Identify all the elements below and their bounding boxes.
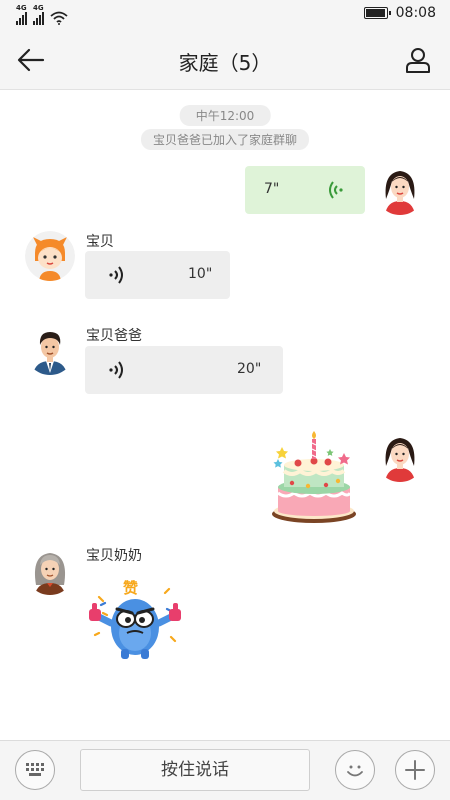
thumbs-up-monster-sticker[interactable]: 赞	[85, 575, 185, 665]
status-bar: 4G 4G 08:08	[0, 0, 450, 30]
emoji-button[interactable]	[335, 750, 375, 790]
signal-2-label: 4G	[33, 4, 44, 12]
battery-level	[365, 9, 385, 17]
voice-message-bubble[interactable]: 20"	[85, 346, 283, 394]
user-icon[interactable]	[404, 46, 432, 74]
signal-1-label: 4G	[16, 4, 27, 12]
voice-duration: 10"	[188, 266, 213, 282]
baby-avatar[interactable]	[25, 231, 75, 281]
time-divider: 中午12:00	[179, 105, 271, 126]
cellular-signal-2-icon: 4G	[33, 4, 44, 25]
more-options-button[interactable]	[395, 750, 435, 790]
sender-name: 宝贝	[86, 234, 114, 250]
grandma-avatar[interactable]	[25, 545, 75, 595]
sender-name: 宝贝爸爸	[86, 328, 142, 344]
cellular-signal-1-icon: 4G	[16, 4, 27, 25]
battery-icon	[363, 7, 391, 19]
keyboard-toggle-button[interactable]	[15, 750, 55, 790]
message-list[interactable]: 中午12:00 宝贝爸爸已加入了家庭群聊 7" 宝贝 10" 宝贝爸爸 20" …	[0, 91, 450, 740]
keyboard-icon	[26, 763, 44, 776]
voice-wave-icon	[109, 266, 123, 284]
voice-duration: 7"	[264, 181, 280, 197]
voice-wave-icon	[109, 361, 123, 379]
voice-wave-icon	[329, 181, 343, 199]
smiley-icon	[347, 765, 363, 777]
hold-to-talk-button[interactable]: 按住说话	[80, 749, 310, 791]
dad-avatar[interactable]	[25, 325, 75, 375]
voice-message-bubble[interactable]: 7"	[245, 166, 365, 214]
wifi-icon	[50, 11, 68, 25]
birthday-cake-sticker[interactable]	[268, 431, 362, 527]
voice-duration: 20"	[237, 361, 262, 377]
mom-avatar[interactable]	[375, 432, 425, 482]
system-notice: 宝贝爸爸已加入了家庭群聊	[140, 129, 310, 150]
clock: 08:08	[395, 5, 436, 21]
input-bar: 按住说话	[0, 740, 450, 800]
mom-avatar[interactable]	[375, 165, 425, 215]
chat-header: 家庭（5）	[0, 30, 450, 90]
sender-name: 宝贝奶奶	[86, 548, 142, 564]
plus-icon	[405, 760, 425, 780]
chat-title: 家庭（5）	[178, 51, 272, 75]
voice-message-bubble[interactable]: 10"	[85, 251, 230, 299]
monster-icon	[89, 587, 181, 659]
